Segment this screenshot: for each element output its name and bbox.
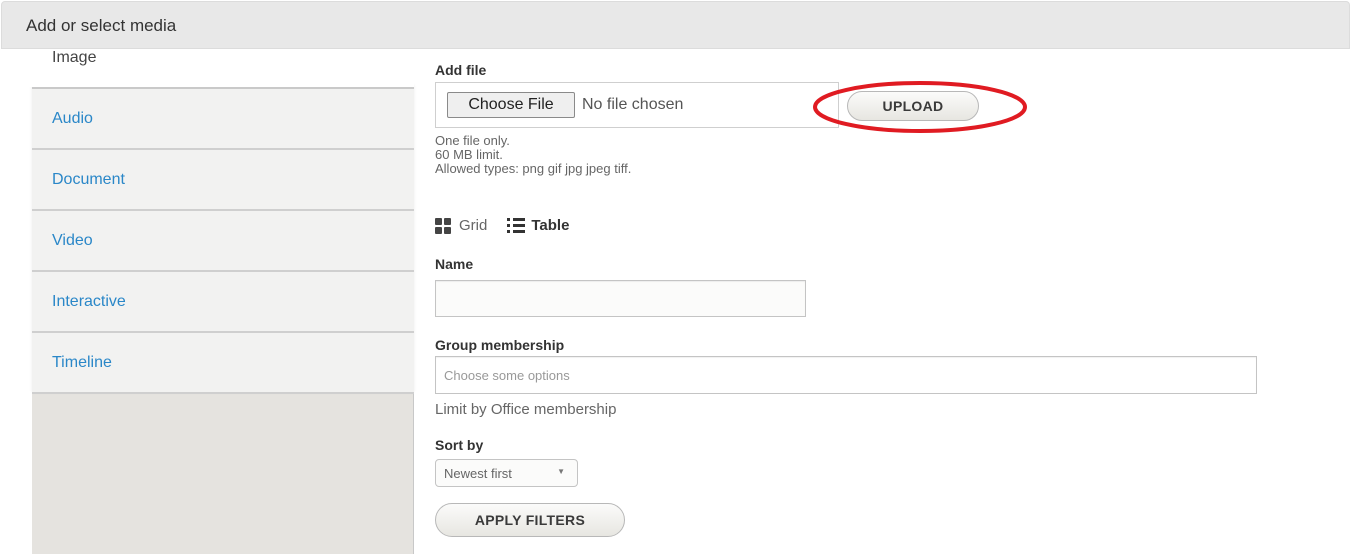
sort-by-select[interactable]: Newest first ▼ [435,459,578,487]
apply-filters-button[interactable]: APPLY FILTERS [435,503,625,537]
add-file-label: Add file [435,62,487,78]
dialog-title: Add or select media [26,16,177,35]
view-toggle: Grid Table [435,217,569,234]
tab-document[interactable]: Document [32,150,414,211]
dialog-titlebar: Add or select media [1,1,1350,49]
grid-view-link[interactable]: Grid [459,217,487,234]
name-input[interactable] [435,280,806,317]
table-view-link[interactable]: Table [531,217,569,234]
sort-by-value: Newest first [444,466,512,481]
tab-audio[interactable]: Audio [32,89,414,150]
sort-by-label: Sort by [435,437,484,453]
file-input-wrapper: Choose File No file chosen [435,82,839,128]
help-line: Allowed types: png gif jpg jpeg tiff. [435,161,632,176]
list-icon[interactable] [507,218,526,233]
tab-timeline[interactable]: Timeline [32,333,414,394]
tab-video[interactable]: Video [32,211,414,272]
tab-label[interactable]: Document [52,171,125,189]
tab-interactive[interactable]: Interactive [32,272,414,333]
group-membership-input[interactable] [435,356,1257,394]
file-help-text: One file only. 60 MB limit. Allowed type… [435,134,631,176]
name-label: Name [435,256,474,272]
choose-file-button[interactable]: Choose File [447,92,575,118]
tab-label[interactable]: Timeline [52,354,112,372]
tab-label[interactable]: Audio [52,110,93,128]
file-status: No file chosen [582,96,684,113]
grid-icon[interactable] [435,217,451,234]
tab-label[interactable]: Interactive [52,293,126,311]
tab-image-active[interactable]: Image [0,49,414,87]
media-type-tabs: Audio Document Video Interactive Timelin… [32,87,414,394]
help-line: 60 MB limit. [435,147,503,162]
tab-image-label[interactable]: Image [52,49,96,67]
media-type-sidebar: Audio Document Video Interactive Timelin… [32,49,414,554]
group-membership-description: Limit by Office membership [435,401,617,418]
group-membership-label: Group membership [435,337,565,353]
tab-label[interactable]: Video [52,232,93,250]
caret-down-icon: ▼ [557,467,565,476]
upload-button[interactable]: UPLOAD [847,91,979,121]
help-line: One file only. [435,133,510,148]
